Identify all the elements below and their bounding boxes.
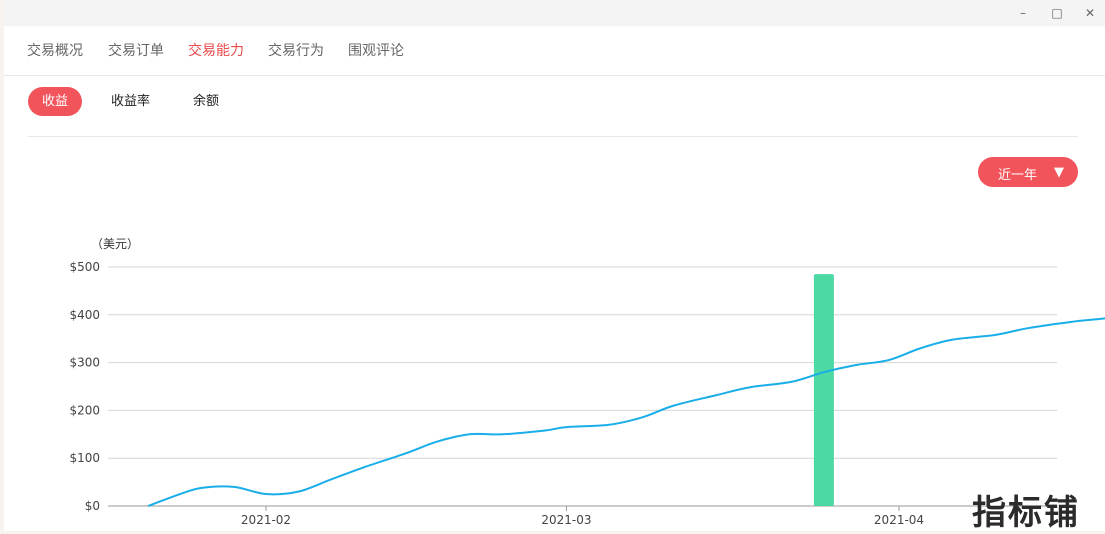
- y-tick-label: $200: [69, 403, 100, 417]
- income-line: [147, 317, 1105, 507]
- bar-series: [813, 274, 834, 506]
- y-tick-label: $100: [69, 451, 100, 465]
- y-tick-label: $0: [85, 499, 100, 513]
- y-axis-labels: $0 $100 $200 $300 $400 $500: [69, 260, 100, 513]
- chart-grid: [108, 266, 1057, 507]
- watermark-logo: 指标铺: [972, 493, 1080, 533]
- y-axis-unit-label: （美元）: [91, 237, 139, 251]
- x-tick-label: 2021-03: [541, 513, 591, 527]
- income-chart: （美元） $0$100$200$300$400$500 2021-02 2021-…: [69, 237, 1105, 527]
- x-axis-labels: 2021-02 2021-03 2021-04: [241, 506, 924, 527]
- x-tick-label: 2021-02: [241, 513, 291, 527]
- bar-mark: [813, 274, 834, 506]
- y-tick-label: $300: [69, 356, 100, 370]
- y-tick-label: $400: [69, 308, 100, 322]
- y-tick-label: $500: [69, 260, 100, 274]
- x-tick-label: 2021-04: [874, 513, 924, 527]
